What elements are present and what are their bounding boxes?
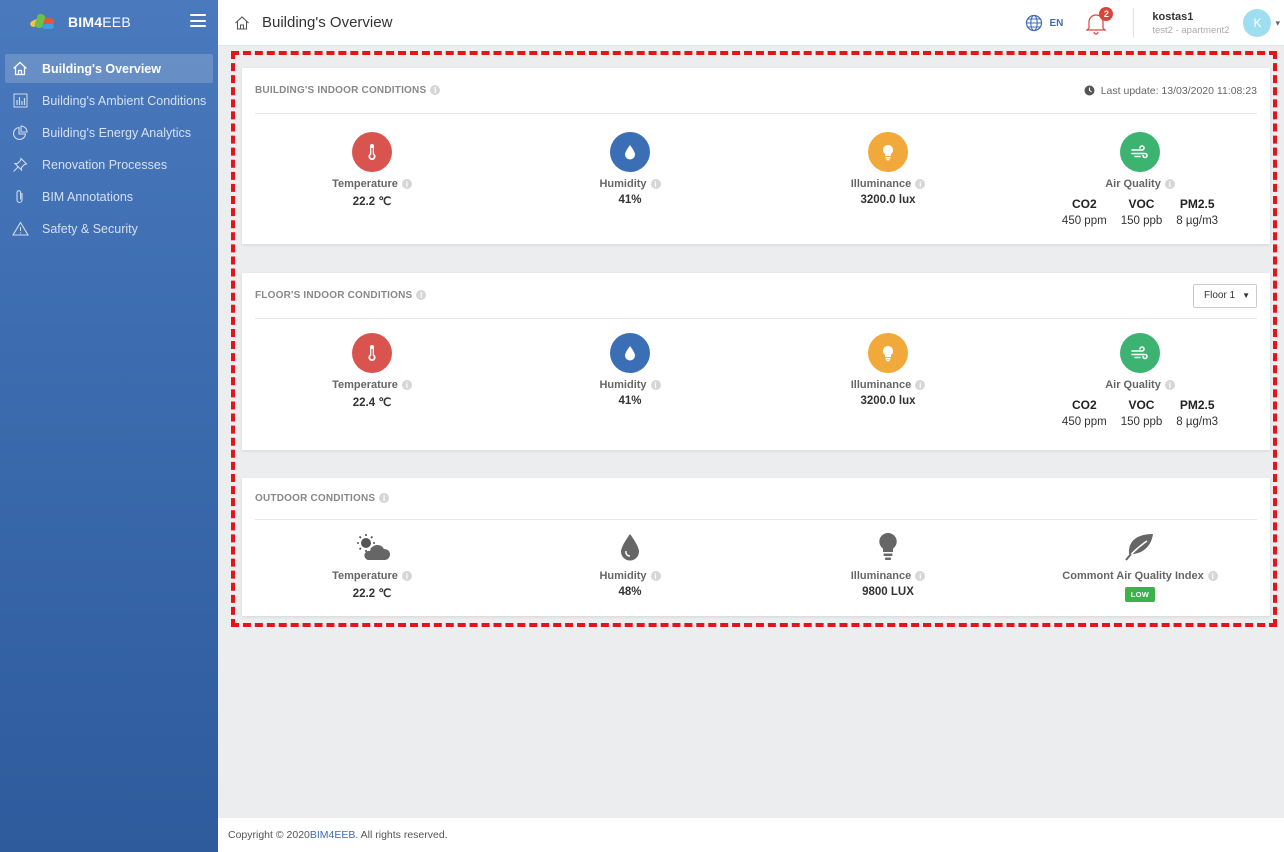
highlight-frame <box>231 51 1277 627</box>
user-name: kostas1 <box>1152 10 1194 23</box>
pin-icon <box>11 156 29 173</box>
notification-count-badge: 2 <box>1099 7 1114 21</box>
topbar: Building's Overview EN 2 kostas1 test2 -… <box>218 0 1284 46</box>
brand-name: BIM4EEB <box>68 14 131 30</box>
sidebar-item-label: Building's Ambient Conditions <box>42 93 207 108</box>
footer: Copyright © 2020 BIM4EEB. All rights res… <box>218 818 1284 852</box>
footer-link[interactable]: BIM4EEB <box>310 829 356 841</box>
pie-chart-icon <box>11 124 29 141</box>
clip-icon <box>11 189 29 205</box>
sidebar-item-bim-annotations[interactable]: BIM Annotations <box>5 182 213 211</box>
brand[interactable]: BIM4EEB <box>0 0 218 44</box>
sidebar-item-renovation-processes[interactable]: Renovation Processes <box>5 150 213 179</box>
sidebar-item-label: Safety & Security <box>42 221 138 236</box>
sidebar-item-energy-analytics[interactable]: Building's Energy Analytics <box>5 118 213 147</box>
sidebar-item-label: BIM Annotations <box>42 189 134 204</box>
menu-toggle-icon[interactable] <box>190 14 206 27</box>
page-title: Building's Overview <box>262 14 393 31</box>
language-selector[interactable]: EN <box>1025 14 1063 32</box>
warning-icon <box>11 221 29 237</box>
topbar-divider <box>1133 8 1135 38</box>
sidebar: BIM4EEB Building's Overview Building's A… <box>0 0 218 852</box>
bar-chart-icon <box>11 93 29 109</box>
brand-logo-icon <box>29 12 58 32</box>
user-menu[interactable]: kostas1 test2 - apartment2 <box>1152 11 1229 36</box>
sidebar-item-ambient-conditions[interactable]: Building's Ambient Conditions <box>5 86 213 115</box>
sidebar-item-label: Building's Energy Analytics <box>42 125 191 140</box>
globe-icon <box>1026 14 1043 32</box>
language-code: EN <box>1049 17 1064 29</box>
sidebar-item-safety-security[interactable]: Safety & Security <box>5 214 213 243</box>
sidebar-item-label: Renovation Processes <box>42 157 168 172</box>
avatar[interactable]: K <box>1243 9 1272 37</box>
sidebar-item-buildings-overview[interactable]: Building's Overview <box>5 54 213 83</box>
chevron-down-icon[interactable]: ▾ <box>1275 18 1280 29</box>
home-icon <box>11 61 29 77</box>
notifications-button[interactable]: 2 <box>1085 7 1114 35</box>
user-apartment: test2 - apartment2 <box>1152 24 1230 36</box>
sidebar-item-label: Building's Overview <box>42 61 161 76</box>
home-icon[interactable] <box>234 15 250 31</box>
sidebar-nav: Building's Overview Building's Ambient C… <box>0 54 218 243</box>
